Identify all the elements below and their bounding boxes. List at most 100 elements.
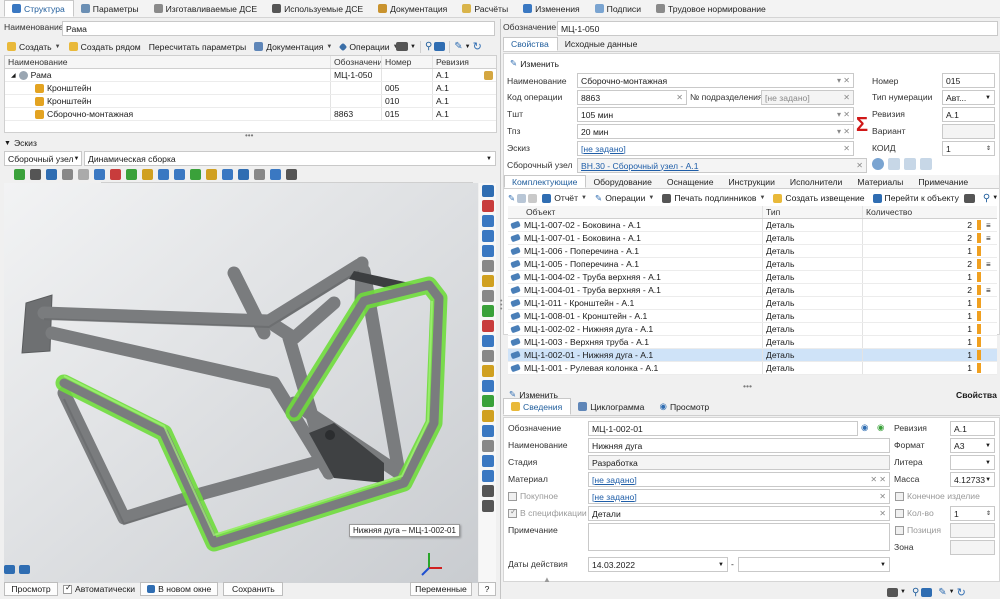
plus-circle-icon[interactable]: ◉ [877,422,885,433]
position-checkbox[interactable] [895,526,904,535]
numtype-select[interactable]: Авт... ▼ [942,90,995,105]
subtab-3[interactable]: Оснащение [660,175,722,188]
side-tool-6-icon[interactable] [481,260,494,272]
goto-object-button[interactable]: Перейти к объекту [870,191,962,206]
subtab-4[interactable]: Инструкции [721,175,782,188]
tab-signatures[interactable]: Подписи [588,0,649,17]
side-tool-12-icon[interactable] [481,350,494,362]
subtab-1[interactable]: Комплектующие [504,175,587,188]
in-spec-field[interactable]: Детали ✕ [588,506,890,521]
side-tool-19-icon[interactable] [481,455,494,467]
table-row[interactable]: Сборочно-монтажная 8863 015 A.1 [5,108,496,121]
row-menu-icon[interactable]: ≡ [986,221,994,230]
viewer-tool-12-icon[interactable] [190,168,201,180]
tab-changes[interactable]: Изменения [516,0,588,17]
viewer-tool-11-icon[interactable] [174,168,185,180]
side-tool-10-icon[interactable] [481,320,494,332]
date-from-field[interactable]: 14.03.2022 ▼ [588,557,728,572]
info-circle-icon[interactable]: ◉ [861,422,869,433]
scroll-up-icon[interactable]: ▲ [543,575,551,584]
clear-icon[interactable]: ▾ ✕ [835,76,850,85]
name-input[interactable]: Рама [62,21,495,36]
variant-field[interactable] [942,124,995,139]
checkbox-checked[interactable]: ✓ [63,583,72,594]
side-tool-13-icon[interactable] [481,365,494,377]
tab-source-data[interactable]: Исходные данные [558,37,646,51]
save-button[interactable]: Сохранить [223,582,284,596]
viewer-tool-3-icon[interactable] [46,168,57,180]
side-tool-7-icon[interactable] [481,275,494,287]
unlink-icon[interactable] [904,158,916,170]
sketch-field[interactable]: [не задано] ✕ [577,141,854,156]
new-icon[interactable] [517,193,527,203]
col-quantity[interactable]: Количество [863,206,997,218]
side-tool-18-icon[interactable] [481,440,494,452]
purchased-field[interactable]: [не задано] ✕ [588,489,890,504]
detail-designation-field[interactable]: МЦ-1-002-01 [588,421,858,436]
clear-icon[interactable]: ✕ [841,93,850,102]
mass-field[interactable]: 4.12733 ▼ [950,472,995,487]
create-button[interactable]: Создать ▼ [4,39,64,54]
format-select[interactable]: A3 ▼ [950,438,995,453]
refresh-icon[interactable] [920,158,932,170]
list-item[interactable]: МЦ-1-004-01 - Труба верхняя - A.1 Деталь 2… [508,284,997,297]
purchased-checkbox[interactable] [508,492,517,501]
viewer-tool-1-icon[interactable] [14,168,25,180]
spinner-icon[interactable]: ⇕ [986,145,991,152]
list-item[interactable]: МЦ-1-007-02 - Боковина - A.1 Деталь 2 ≡ [508,219,997,232]
list-item[interactable]: МЦ-1-006 - Поперечина - A.1 Деталь 1 [508,245,997,258]
opcode-field[interactable]: 8863 ✕ [577,90,687,105]
purchased-value[interactable]: [не задано] [592,492,637,502]
col-name[interactable]: Наименование [5,56,331,68]
delete-icon[interactable] [528,193,538,203]
col-object[interactable]: Объект [508,206,763,218]
viewer-tool-8-icon[interactable] [126,168,137,180]
viewer-tool-18-icon[interactable] [286,168,297,180]
viewer-tool-13-icon[interactable] [206,168,217,180]
final-product-checkbox[interactable] [895,492,904,501]
viewer-tool-5-icon[interactable] [78,168,89,180]
sketch-type-select[interactable]: Сборочный узел ▼ [4,151,82,166]
koid-field[interactable]: 1 ⇕ [942,141,995,156]
viewer-tool-6-icon[interactable] [94,168,105,180]
viewer-tool-10-icon[interactable] [158,168,169,180]
grid-view-icon[interactable] [434,42,446,51]
side-tool-20-icon[interactable] [481,470,494,482]
tab-labor[interactable]: Трудовое нормирование [649,0,774,17]
expand-icon[interactable]: ◢ [11,72,16,79]
layout-icon[interactable] [4,565,15,574]
list-item[interactable]: МЦ-1-007-01 - Боковина - A.1 Деталь 2 ≡ [508,232,997,245]
list-item[interactable]: МЦ-1-011 - Кронштейн - A.1 Деталь 1 [508,297,997,310]
litera-select[interactable]: ▼ [950,455,995,470]
clear-icon[interactable]: ✕ [877,509,886,518]
sum-icon[interactable]: Σ [856,110,870,140]
print-icon[interactable] [887,587,898,597]
tab-calculations[interactable]: Расчёты [455,0,516,17]
recalc-button[interactable]: Пересчитать параметры [146,39,250,54]
variables-button[interactable]: Переменные [410,582,472,596]
assembly-field[interactable]: ВН.30 - Сборочный узел - A.1 ✕ [577,158,867,173]
steering-column[interactable] [21,294,53,354]
list-item[interactable]: МЦ-1-002-01 - Нижняя дуга - A.1 Деталь 1 [508,349,997,362]
row-menu-icon[interactable]: ≡ [986,260,994,269]
row-menu-icon[interactable]: ≡ [986,286,994,295]
side-tool-3-icon[interactable] [481,215,494,227]
viewer-tool-2-icon[interactable] [30,168,41,180]
side-tool-15-icon[interactable] [481,395,494,407]
subdivision-field[interactable]: [не задано] ✕ [761,90,854,105]
viewer-tool-17-icon[interactable] [270,168,281,180]
viewer-tool-7-icon[interactable] [110,168,121,180]
qty-field[interactable]: 1 ⇕ [950,506,995,521]
in-spec-checkbox[interactable]: ✓ [508,507,517,518]
layout-alt-icon[interactable] [19,565,30,574]
subtab-7[interactable]: Примечание [911,175,976,188]
viewer-tool-16-icon[interactable] [254,168,265,180]
tab-manufactured[interactable]: Изготавливаемые ДСЕ [147,0,266,17]
splitter-grip[interactable]: ••• [245,131,253,140]
side-tool-1-icon[interactable] [481,185,494,197]
side-tool-14-icon[interactable] [481,380,494,392]
side-tool-4-icon[interactable] [481,230,494,242]
globe-icon[interactable] [872,158,884,170]
stage-field[interactable]: Разработка [588,455,890,470]
detail-revision-field[interactable]: A.1 [950,421,995,436]
